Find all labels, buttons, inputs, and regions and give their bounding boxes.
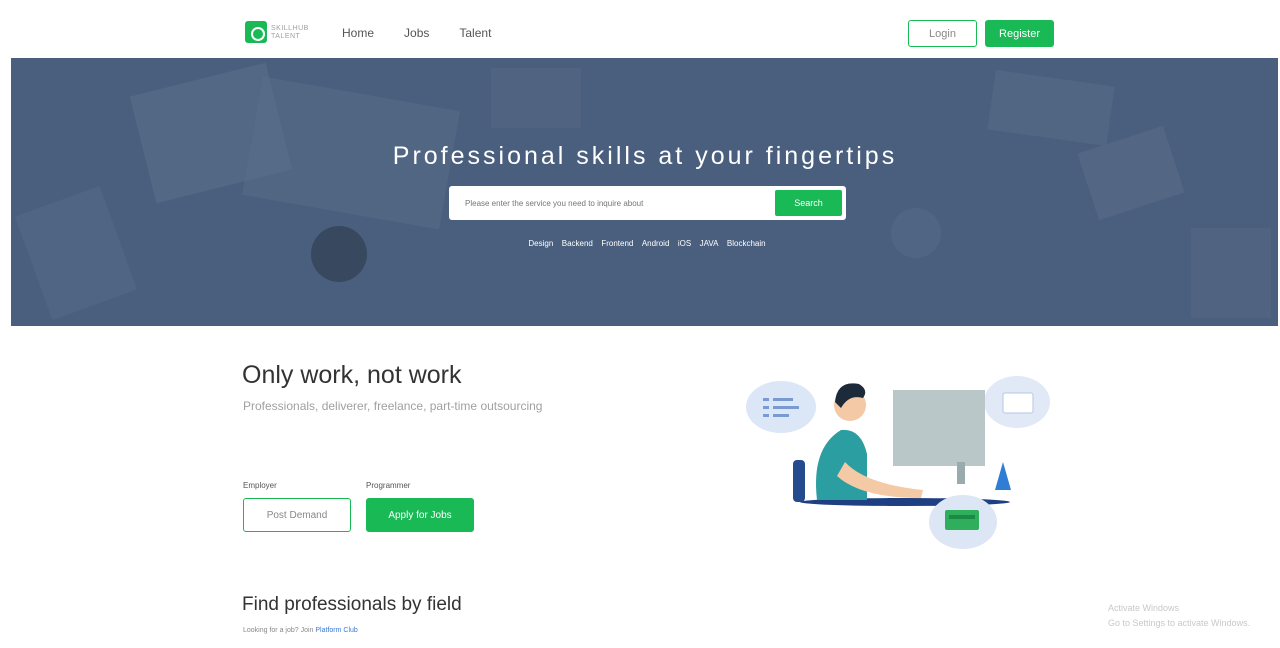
- search-button[interactable]: Search: [775, 190, 842, 216]
- employer-label: Employer: [243, 481, 277, 490]
- programmer-label: Programmer: [366, 481, 411, 490]
- tag-frontend[interactable]: Frontend: [601, 239, 633, 248]
- hero-decoration: [987, 69, 1115, 147]
- hero-decoration: [14, 185, 138, 321]
- search-box: Search: [449, 186, 846, 220]
- nav-talent[interactable]: Talent: [459, 26, 491, 40]
- list-line: [773, 406, 799, 409]
- tag-java[interactable]: JAVA: [700, 239, 719, 248]
- person-body: [816, 429, 867, 500]
- nav-home[interactable]: Home: [342, 26, 374, 40]
- field-section-subtitle: Looking for a job? Join Platform Club: [243, 627, 358, 634]
- plant-icon: [995, 462, 1011, 490]
- list-line: [773, 398, 793, 401]
- top-header: SKILLHUB TALENT Home Jobs Talent Login R…: [0, 0, 1280, 58]
- tag-backend[interactable]: Backend: [562, 239, 593, 248]
- watermark-line-1: Activate Windows: [1108, 603, 1180, 613]
- hero-decoration: [491, 68, 581, 128]
- intro-subtitle: Professionals, deliverer, freelance, par…: [243, 399, 543, 413]
- list-line: [763, 406, 769, 409]
- field-subtitle-text: Looking for a job? Join: [243, 627, 314, 634]
- intro-title: Only work, not work: [242, 361, 462, 389]
- logo-icon: [245, 21, 267, 43]
- logo-text: SKILLHUB TALENT: [271, 25, 309, 40]
- main-nav: Home Jobs Talent: [342, 26, 491, 40]
- list-line: [763, 398, 769, 401]
- field-section-title: Find professionals by field: [242, 594, 462, 615]
- windows-activation-watermark: Activate Windows Go to Settings to activ…: [1108, 601, 1250, 631]
- developer-illustration: [746, 376, 1050, 549]
- hero-title: Professional skills at your fingertips: [392, 142, 898, 170]
- site-logo[interactable]: SKILLHUB TALENT: [245, 21, 308, 45]
- tag-android[interactable]: Android: [642, 239, 670, 248]
- mail-icon: [1002, 392, 1034, 414]
- register-button[interactable]: Register: [985, 20, 1054, 47]
- tag-ios[interactable]: iOS: [678, 239, 691, 248]
- platform-club-link[interactable]: Platform Club: [315, 627, 357, 634]
- nav-jobs[interactable]: Jobs: [404, 26, 429, 40]
- login-button[interactable]: Login: [908, 20, 977, 47]
- cash-icon: [945, 510, 979, 530]
- monitor-icon: [893, 390, 985, 466]
- list-line: [773, 414, 789, 417]
- hot-tags: Design Backend Frontend Android iOS JAVA…: [0, 233, 1280, 251]
- list-line: [763, 414, 769, 417]
- tag-design[interactable]: Design: [528, 239, 553, 248]
- cash-stripe: [949, 515, 975, 519]
- search-input[interactable]: [465, 194, 765, 212]
- chair: [793, 460, 805, 502]
- apply-jobs-button[interactable]: Apply for Jobs: [366, 498, 474, 532]
- monitor-stand: [957, 462, 965, 484]
- post-demand-button[interactable]: Post Demand: [243, 498, 351, 532]
- watermark-line-2: Go to Settings to activate Windows.: [1108, 618, 1251, 628]
- tag-blockchain[interactable]: Blockchain: [727, 239, 766, 248]
